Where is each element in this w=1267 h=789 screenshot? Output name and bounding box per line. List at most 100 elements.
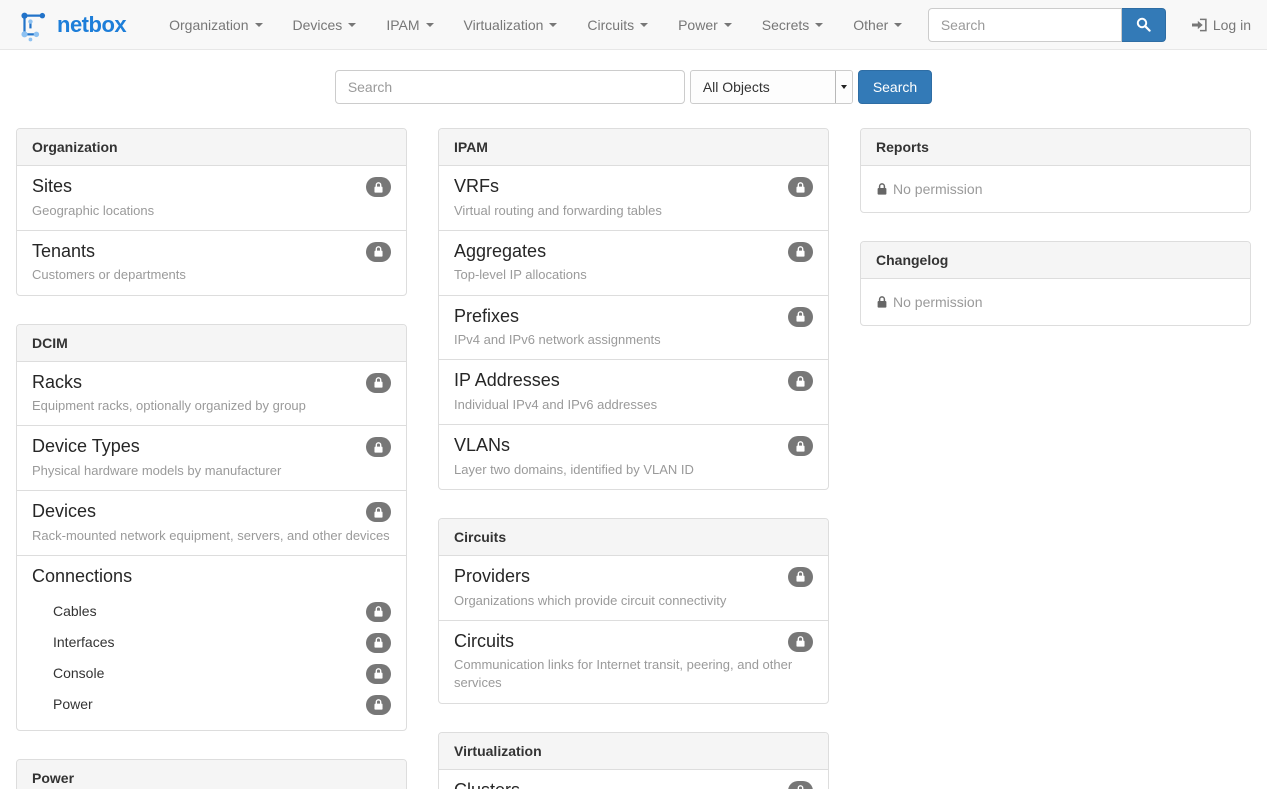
sub-item-interfaces[interactable]: Interfaces <box>32 627 391 658</box>
item-desc: Customers or departments <box>32 266 391 284</box>
item-desc: IPv4 and IPv6 network assignments <box>454 331 813 349</box>
global-search-input[interactable] <box>335 70 685 104</box>
item-title: Providers <box>454 566 530 588</box>
search-icon <box>1136 17 1151 32</box>
item-desc: Geographic locations <box>32 202 391 220</box>
lock-badge <box>366 373 391 393</box>
panel-heading-organization: Organization <box>17 129 406 166</box>
chevron-down-icon <box>724 23 732 27</box>
list-item-devices[interactable]: Devices Rack-mounted network equipment, … <box>17 490 406 555</box>
sign-in-icon <box>1192 18 1207 32</box>
list-item-prefixes[interactable]: Prefixes IPv4 and IPv6 network assignmen… <box>439 295 828 360</box>
column-middle: IPAM VRFs Virtual routing and forwarding… <box>438 128 829 789</box>
sub-item-console[interactable]: Console <box>32 658 391 689</box>
item-title: Aggregates <box>454 241 546 263</box>
list-item-vrfs[interactable]: VRFs Virtual routing and forwarding tabl… <box>439 166 828 230</box>
item-desc: Individual IPv4 and IPv6 addresses <box>454 396 813 414</box>
nav-item-virtualization[interactable]: Virtualization <box>449 0 573 50</box>
global-search-button[interactable]: Search <box>858 70 932 104</box>
nav-item-circuits[interactable]: Circuits <box>572 0 663 50</box>
netbox-brand[interactable]: netbox <box>16 8 126 42</box>
chevron-down-icon <box>894 23 902 27</box>
item-title: Sites <box>32 176 72 198</box>
item-title: IP Addresses <box>454 370 560 392</box>
lock-badge <box>788 307 813 327</box>
lock-badge <box>788 632 813 652</box>
lock-badge <box>788 781 813 789</box>
item-title: Racks <box>32 372 82 394</box>
chevron-down-icon <box>426 23 434 27</box>
sub-item-power[interactable]: Power <box>32 689 391 720</box>
navbar-search-group <box>928 8 1166 42</box>
login-label: Log in <box>1213 17 1251 33</box>
list-item-tenants[interactable]: Tenants Customers or departments <box>17 230 406 295</box>
item-title: Devices <box>32 501 96 523</box>
panel-circuits: Circuits Providers Organizations which p… <box>438 518 829 704</box>
panel-reports: Reports No permission <box>860 128 1251 213</box>
item-desc: Rack-mounted network equipment, servers,… <box>32 527 391 545</box>
list-item-sites[interactable]: Sites Geographic locations <box>17 166 406 230</box>
lock-badge <box>788 567 813 587</box>
list-item-circuits[interactable]: Circuits Communication links for Interne… <box>439 620 828 703</box>
panel-heading-circuits: Circuits <box>439 519 828 556</box>
select-caret-zone <box>835 71 852 103</box>
lock-badge <box>788 177 813 197</box>
connections-sub-list: Cables Interfaces Console Power <box>32 596 391 720</box>
navbar-search-input[interactable] <box>928 8 1122 42</box>
nav-item-devices[interactable]: Devices <box>278 0 372 50</box>
list-item-ip-addresses[interactable]: IP Addresses Individual IPv4 and IPv6 ad… <box>439 359 828 424</box>
navbar-menu: Organization Devices IPAM Virtualization… <box>154 0 917 50</box>
lock-badge <box>788 371 813 391</box>
lock-badge <box>788 436 813 456</box>
list-item-device-types[interactable]: Device Types Physical hardware models by… <box>17 425 406 490</box>
lock-badge <box>366 502 391 522</box>
panel-heading-reports: Reports <box>861 129 1250 166</box>
login-link[interactable]: Log in <box>1192 17 1251 33</box>
column-right: Reports No permission Changelog No permi… <box>860 128 1251 354</box>
lock-badge <box>366 177 391 197</box>
item-title: VLANs <box>454 435 510 457</box>
item-title: Clusters <box>454 780 520 789</box>
chevron-down-icon <box>549 23 557 27</box>
navbar-search-button[interactable] <box>1122 8 1166 42</box>
nav-item-organization[interactable]: Organization <box>154 0 277 50</box>
chevron-down-icon <box>255 23 263 27</box>
item-desc: Communication links for Internet transit… <box>454 656 813 692</box>
item-title: Device Types <box>32 436 140 458</box>
lock-icon <box>876 182 888 196</box>
panel-dcim: DCIM Racks Equipment racks, optionally o… <box>16 324 407 731</box>
item-title: Connections <box>32 566 132 588</box>
lock-icon <box>876 295 888 309</box>
lock-badge <box>366 242 391 262</box>
item-title: Prefixes <box>454 306 519 328</box>
list-item-aggregates[interactable]: Aggregates Top-level IP allocations <box>439 230 828 295</box>
lock-badge <box>366 664 391 684</box>
dashboard-content: Organization Sites Geographic locations … <box>16 128 1251 789</box>
item-title: VRFs <box>454 176 499 198</box>
netbox-logo-icon <box>16 8 50 42</box>
lock-badge <box>366 437 391 457</box>
panel-heading-virtualization: Virtualization <box>439 733 828 770</box>
object-type-selected-value: All Objects <box>691 79 835 95</box>
chevron-down-icon <box>640 23 648 27</box>
panel-organization: Organization Sites Geographic locations … <box>16 128 407 296</box>
list-item-vlans[interactable]: VLANs Layer two domains, identified by V… <box>439 424 828 489</box>
navbar: netbox Organization Devices IPAM Virtual… <box>0 0 1267 50</box>
panel-heading-power: Power <box>17 760 406 789</box>
chevron-down-icon <box>348 23 356 27</box>
list-item-racks[interactable]: Racks Equipment racks, optionally organi… <box>17 362 406 426</box>
brand-label: netbox <box>57 12 126 38</box>
list-item-providers[interactable]: Providers Organizations which provide ci… <box>439 556 828 620</box>
list-item-clusters[interactable]: Clusters <box>439 770 828 789</box>
item-desc: Equipment racks, optionally organized by… <box>32 397 391 415</box>
nav-item-ipam[interactable]: IPAM <box>371 0 448 50</box>
sub-item-cables[interactable]: Cables <box>32 596 391 627</box>
nav-item-secrets[interactable]: Secrets <box>747 0 838 50</box>
nav-item-power[interactable]: Power <box>663 0 747 50</box>
lock-badge <box>788 242 813 262</box>
nav-item-other[interactable]: Other <box>838 0 917 50</box>
no-permission-label: No permission <box>893 181 982 197</box>
panel-heading-dcim: DCIM <box>17 325 406 362</box>
reports-no-permission: No permission <box>861 166 1250 212</box>
object-type-select[interactable]: All Objects <box>690 70 853 104</box>
